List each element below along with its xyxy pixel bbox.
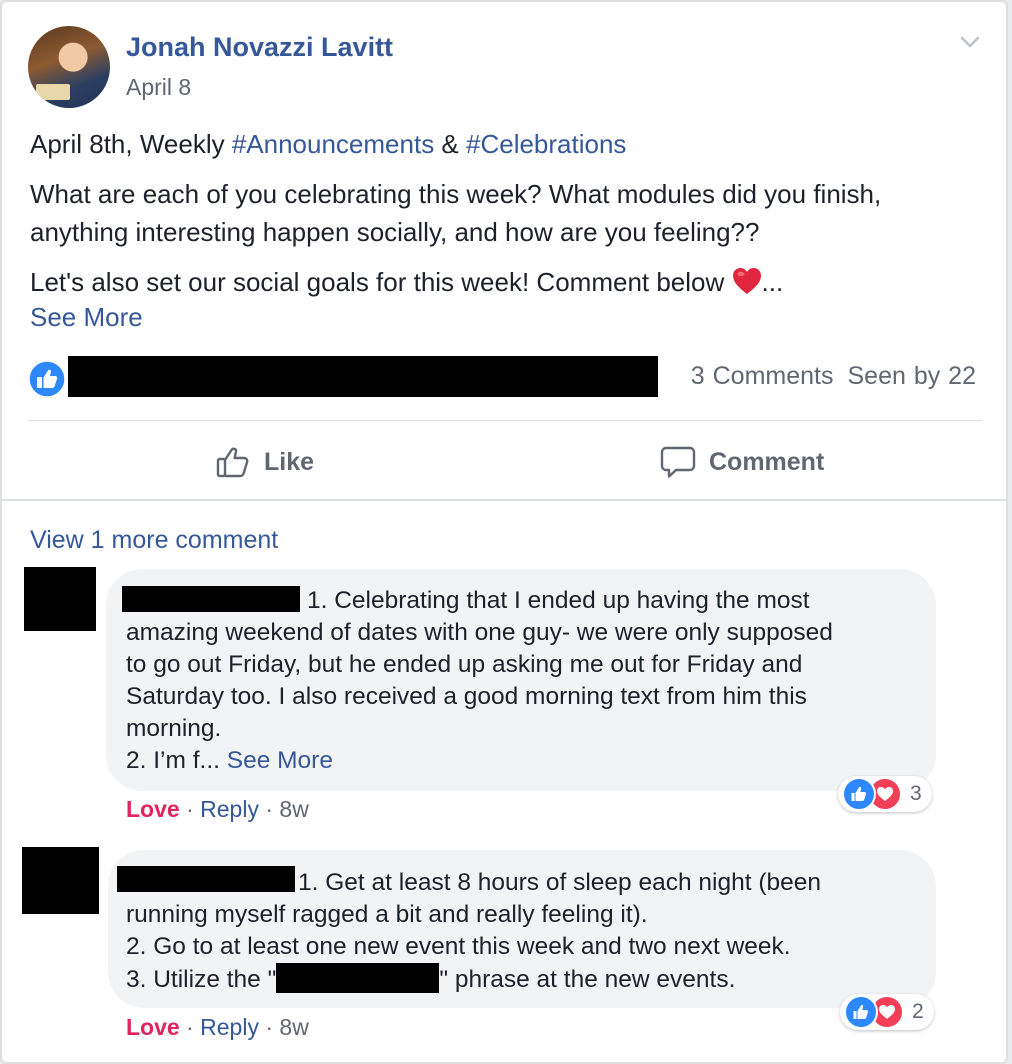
comment-line: amazing weekend of dates with one guy- w… (126, 619, 833, 646)
post-line-3-text: anything interesting happen socially, an… (30, 217, 760, 247)
divider (28, 420, 982, 421)
reaction-count: 2 (912, 1000, 924, 1023)
comment-time[interactable]: 8w (279, 1014, 308, 1040)
like-button[interactable]: Like (214, 440, 314, 484)
seen-by-count[interactable]: Seen by 22 (848, 362, 977, 390)
comment-line-text: 2. I’m f... (126, 747, 227, 774)
post-date[interactable]: April 8 (126, 74, 191, 101)
post-line-2-text: What are each of you celebrating this we… (30, 179, 882, 209)
comment-line: Saturday too. I also received a good mor… (126, 683, 807, 710)
meta-separator: · (258, 1014, 280, 1040)
comment-time[interactable]: 8w (279, 796, 308, 822)
commenter-avatar[interactable] (24, 567, 96, 631)
redacted-phrase (276, 963, 440, 993)
comment-line: to go out Friday, but he ended up asking… (126, 651, 803, 678)
comment-line: 2. I’m f... See More (126, 745, 833, 777)
section-divider (2, 499, 1006, 501)
comment-meta: Love · Reply · 8w (126, 796, 309, 823)
redacted-reactors (68, 356, 658, 397)
author-name[interactable]: Jonah Novazzi Lavitt (126, 32, 393, 63)
comment-see-more-link[interactable]: See More (227, 747, 333, 774)
meta-separator: · (179, 796, 201, 822)
post-line-4-text: Let's also set our social goals for this… (30, 267, 732, 297)
comment-line: 2. Go to at least one new event this wee… (126, 933, 791, 960)
comments-count[interactable]: 3 Comments (691, 362, 834, 390)
see-more-link[interactable]: See More (30, 302, 143, 333)
comment-reactions[interactable]: 2 (840, 994, 934, 1030)
hashtag-celebrations[interactable]: #Celebrations (466, 129, 626, 159)
comment-line-text: " phrase at the new events. (439, 966, 736, 993)
meta-separator: · (258, 796, 280, 822)
comment-button[interactable]: Comment (659, 440, 824, 484)
reply-link[interactable]: Reply (200, 1014, 259, 1040)
comment-meta: Love · Reply · 8w (126, 1014, 309, 1041)
author-avatar[interactable] (28, 26, 110, 108)
thumbs-up-icon[interactable] (28, 360, 66, 398)
post-stats: 3 Comments Seen by 22 (691, 362, 976, 391)
comment-line: morning. (126, 715, 222, 742)
comment-line-text: 3. Utilize the " (126, 966, 277, 993)
reply-link[interactable]: Reply (200, 796, 259, 822)
comment-text: 1. Get at least 8 hours of sleep each ni… (126, 867, 821, 996)
view-more-comments-link[interactable]: View 1 more comment (30, 526, 278, 555)
comment-line: 3. Utilize the " " phrase at the new even… (126, 963, 821, 996)
post-card: Jonah Novazzi Lavitt April 8 April 8th, … (0, 0, 1008, 1064)
thumbs-up-icon (844, 995, 878, 1029)
comment-line: running myself ragged a bit and really f… (126, 901, 648, 928)
meta-separator: · (179, 1014, 201, 1040)
commenter-avatar[interactable] (22, 847, 99, 914)
comment-label: Comment (709, 447, 825, 476)
comment-line: 1. Get at least 8 hours of sleep each ni… (298, 869, 822, 896)
hashtag-announcements[interactable]: #Announcements (232, 129, 434, 159)
comment-line: 1. Celebrating that I ended up having th… (307, 587, 810, 614)
reaction-count: 3 (910, 782, 922, 805)
post-ellipsis: ... (761, 267, 784, 297)
like-label: Like (264, 447, 315, 476)
love-reaction-link[interactable]: Love (126, 1014, 180, 1040)
chevron-down-icon[interactable] (957, 29, 983, 55)
love-reaction-link[interactable]: Love (126, 796, 180, 822)
post-line-2: What are each of you celebrating this we… (30, 175, 881, 251)
thumbs-up-icon (842, 777, 876, 811)
post-line-1-text: April 8th, Weekly (30, 129, 232, 159)
red-heart-icon (732, 268, 761, 294)
ampersand: & (434, 129, 466, 159)
comment-reactions[interactable]: 3 (838, 776, 932, 812)
thumbs-up-outline-icon (216, 447, 249, 478)
comment-text: 1. Celebrating that I ended up having th… (126, 585, 833, 777)
speech-bubble-icon (660, 446, 696, 478)
post-line-4: Let's also set our social goals for this… (30, 263, 783, 301)
post-line-1: April 8th, Weekly #Announcements & #Cele… (30, 125, 626, 163)
